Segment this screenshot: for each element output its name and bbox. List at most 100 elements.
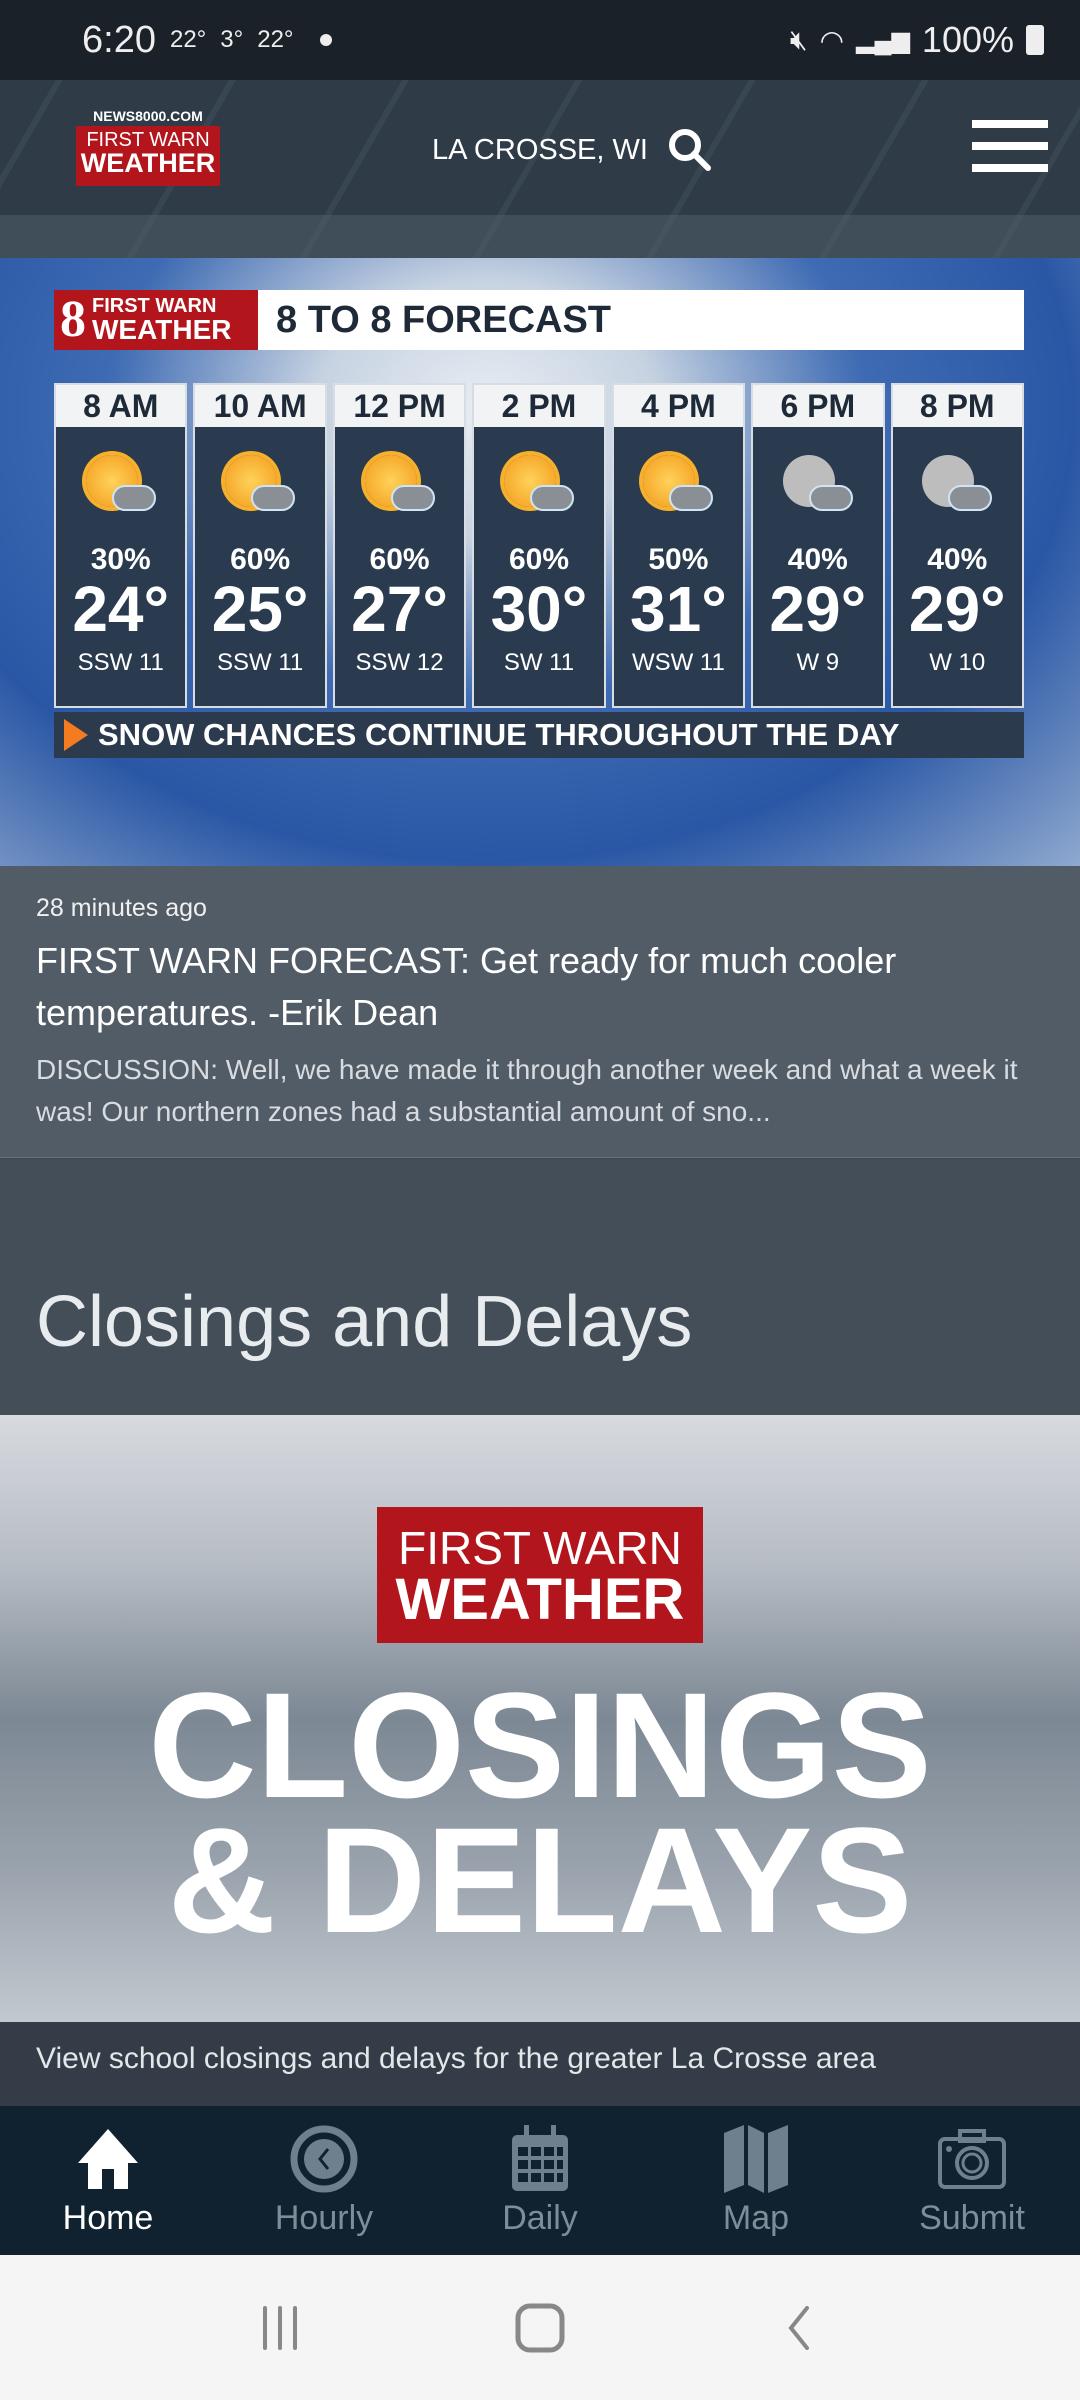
forecast-title-bar: 8 FIRST WARN WEATHER 8 TO 8 FORECAST: [54, 290, 1024, 350]
precip-chance: 50%: [648, 543, 709, 576]
logo-text: WEATHER: [80, 148, 216, 178]
hour-column: 10 AM 60% 25° SSW 11: [193, 383, 327, 708]
bottom-nav: Home Hourly Daily Map Submit: [0, 2106, 1080, 2255]
logo-text: WEATHER: [92, 314, 232, 345]
badge-text: WEATHER: [395, 1567, 685, 1632]
hour-column: 12 PM 60% 27° SSW 12: [332, 383, 467, 708]
section-heading: Closings and Delays: [36, 1282, 693, 1362]
temperature: 30°: [490, 573, 588, 645]
hour-column: 8 AM 30% 24° SSW 11: [54, 383, 188, 708]
temperature: 24°: [72, 573, 170, 645]
logo-text: NEWS8000.COM: [93, 108, 203, 124]
nav-map[interactable]: Map: [648, 2106, 864, 2255]
nav-label: Home: [62, 2199, 154, 2237]
article-title[interactable]: FIRST WARN FORECAST: Get ready for much …: [36, 935, 1044, 1039]
nav-home[interactable]: Home: [0, 2106, 216, 2255]
wind: SSW 11: [77, 649, 164, 676]
map-icon: [724, 2125, 788, 2193]
nav-label: Map: [722, 2199, 790, 2237]
hour-column: 6 PM 40% 29° W 9: [751, 383, 885, 708]
system-nav-bar: [0, 2255, 1080, 2400]
badge-text: FIRST WARN: [398, 1522, 682, 1574]
header-divider: [0, 215, 1080, 258]
mute-icon: 🔇︎: [789, 23, 808, 55]
precip-chance: 30%: [90, 543, 151, 576]
clock: 6:20: [82, 18, 156, 61]
article-description: DISCUSSION: Well, we have made it throug…: [36, 1054, 1018, 1127]
forecast-note-text: SNOW CHANCES CONTINUE THROUGHOUT THE DAY: [98, 717, 900, 752]
home-icon: [78, 2129, 138, 2189]
app-logo[interactable]: NEWS8000.COM FIRST WARN WEATHER: [76, 108, 220, 186]
logo-text: FIRST WARN: [86, 129, 210, 151]
notification-dot-icon: [319, 34, 332, 46]
sun-cloud-snow-icon: [225, 455, 296, 525]
app-header: NEWS8000.COM FIRST WARN WEATHER LA CROSSE…: [0, 80, 1080, 258]
hour-time: 2 PM: [474, 385, 604, 427]
sun-cloud-snow-icon: [364, 455, 435, 525]
wind: WSW 11: [631, 649, 725, 676]
back-icon[interactable]: [775, 2303, 825, 2353]
nav-label: Submit: [919, 2199, 1025, 2237]
recent-apps-icon[interactable]: [255, 2303, 305, 2353]
hour-time: 12 PM: [334, 385, 465, 427]
forecast-graphic[interactable]: 8 FIRST WARN WEATHER 8 TO 8 FORECAST 8 AM …: [0, 258, 1080, 866]
hour-time: 6 PM: [753, 385, 883, 427]
wind: SW 11: [503, 649, 575, 676]
delays-big-text: & DELAYS: [167, 1796, 913, 1964]
signal-icon: ▂▄▆: [856, 26, 910, 54]
search-icon[interactable]: [666, 126, 714, 174]
temperature: 31°: [630, 573, 727, 645]
station-logo: 8 FIRST WARN WEATHER: [54, 290, 258, 350]
wind: W 9: [796, 649, 840, 676]
battery-level: 100%: [921, 19, 1014, 60]
article-timestamp: 28 minutes ago: [36, 894, 207, 922]
weather-temp: 22°: [169, 26, 207, 53]
closings-image[interactable]: FIRST WARN WEATHER CLOSINGS & DELAYS: [0, 1415, 1080, 2022]
play-arrow-icon: [64, 719, 88, 751]
hourly-columns: 8 AM 30% 24° SSW 11 10 AM 60% 25° SSW 11 1…: [54, 383, 1024, 708]
first-warn-badge: FIRST WARN WEATHER: [377, 1507, 703, 1643]
home-button-icon[interactable]: [515, 2303, 565, 2353]
nav-label: Daily: [502, 2199, 578, 2237]
sun-cloud-snow-icon: [503, 455, 574, 525]
precip-chance: 60%: [369, 543, 430, 576]
weather-temp: 22°: [257, 26, 294, 53]
forecast-note: SNOW CHANCES CONTINUE THROUGHOUT THE DAY: [54, 712, 1024, 758]
temperature: 29°: [908, 573, 1006, 645]
closings-section: Closings and Delays: [0, 1159, 1080, 1415]
calendar-icon: [512, 2125, 568, 2191]
hour-column: 8 PM 40% 29° W 10: [890, 383, 1024, 708]
hour-column: 2 PM 60% 30° SW 11: [472, 383, 606, 708]
precip-chance: 40%: [927, 543, 988, 576]
closings-caption[interactable]: View school closings and delays for the …: [0, 2022, 1080, 2106]
precip-chance: 40%: [787, 543, 848, 576]
wind: W 10: [929, 649, 986, 676]
wind: SSW 11: [217, 649, 304, 676]
hour-time: 8 AM: [56, 385, 186, 427]
nav-label: Hourly: [274, 2199, 374, 2237]
precip-chance: 60%: [230, 543, 291, 576]
location-label: LA CROSSE, WI: [432, 133, 648, 166]
nav-daily[interactable]: Daily: [432, 2106, 648, 2255]
camera-icon: [938, 2129, 1006, 2189]
weather-temp: 3°: [220, 26, 244, 53]
hour-time: 4 PM: [613, 385, 744, 427]
battery-icon: [1026, 25, 1044, 55]
temperature: 29°: [769, 573, 867, 645]
nav-hourly[interactable]: Hourly: [216, 2106, 432, 2255]
sun-cloud-snow-icon: [643, 455, 714, 525]
hamburger-menu-icon[interactable]: [972, 120, 1048, 186]
sun-cloud-snow-icon: [85, 455, 156, 525]
status-bar: 6:20 22° 3° 22° 🔇︎ ◠ ▂▄▆ 100%: [0, 0, 1080, 80]
precip-chance: 60%: [508, 543, 569, 576]
nav-submit[interactable]: Submit: [864, 2106, 1080, 2255]
forecast-article[interactable]: 28 minutes ago FIRST WARN FORECAST: Get …: [0, 866, 1080, 1158]
clock-icon: [290, 2125, 358, 2193]
forecast-title: 8 TO 8 FORECAST: [276, 298, 612, 341]
temperature: 25°: [211, 573, 309, 645]
wind: SSW 12: [355, 649, 444, 676]
logo-number: 8: [60, 291, 86, 348]
hour-time: 10 AM: [195, 385, 325, 427]
location-search[interactable]: LA CROSSE, WI: [432, 126, 714, 174]
hour-column: 4 PM 50% 31° WSW 11: [611, 383, 746, 708]
